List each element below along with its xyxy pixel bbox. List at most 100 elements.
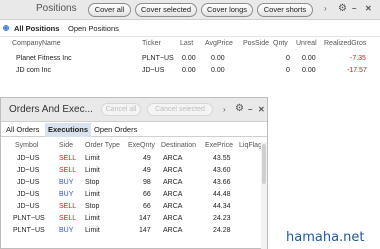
exeprice-cell: 43.55 <box>213 155 231 162</box>
ticker-cell: JD~US <box>142 67 165 74</box>
tab-all-orders[interactable]: All Orders <box>3 123 42 137</box>
col-ticker[interactable]: Ticker <box>142 40 161 47</box>
minimize-icon[interactable]: – <box>248 104 252 116</box>
cover-longs-button[interactable]: Cover longs <box>201 3 253 17</box>
table-row[interactable]: PLNT~US SELL Limit 147 ARCA 24.23 <box>1 215 267 226</box>
exeprice-cell: 43.66 <box>213 179 231 186</box>
col-posside[interactable]: PosSide <box>243 40 269 47</box>
orders-title: Orders And Exec... <box>9 104 93 115</box>
realized-cell: -17.57 <box>347 67 367 74</box>
exeqnty-cell: 147 <box>139 215 151 222</box>
minimize-icon[interactable]: – <box>352 3 356 15</box>
col-liqflag[interactable]: LiqFlag <box>239 142 262 149</box>
table-row[interactable]: JD~US SELL Limit 49 ARCA 43.55 <box>1 155 267 166</box>
table-row[interactable]: PLNT~US BUY Limit 147 ARCA 24.28 <box>1 227 267 238</box>
destination-cell: ARCA <box>163 191 183 198</box>
col-side[interactable]: Side <box>59 142 73 149</box>
destination-cell: ARCA <box>163 203 183 210</box>
realized-cell: -7.35 <box>350 55 366 62</box>
symbol-cell: PLNT~US <box>13 215 45 222</box>
watermark-text: hamaha.net <box>286 230 365 245</box>
exeprice-cell: 44.34 <box>213 203 231 210</box>
company-cell: JD com Inc <box>16 67 52 74</box>
chevron-right-icon[interactable]: › <box>324 3 327 15</box>
company-cell: Planet Fitness Inc <box>16 55 72 62</box>
symbol-cell: JD~US <box>17 203 40 210</box>
col-exeprice[interactable]: ExePrice <box>205 142 233 149</box>
positions-tabs: All Positions Open Positions <box>0 21 380 37</box>
destination-cell: ARCA <box>163 167 183 174</box>
gear-icon[interactable]: ⚙ <box>338 3 347 15</box>
exeprice-cell: 24.23 <box>213 215 231 222</box>
col-destination[interactable]: Destination <box>161 142 196 149</box>
destination-cell: ARCA <box>163 155 183 162</box>
qnty-cell: 0 <box>286 67 290 74</box>
symbol-cell: JD~US <box>17 179 40 186</box>
positions-title: Positions <box>36 3 77 14</box>
col-realized[interactable]: RealizedGros <box>324 40 366 47</box>
cancel-all-button[interactable]: Cancel all <box>101 103 141 116</box>
cancel-selected-button[interactable]: Cancel selected <box>147 103 213 116</box>
exeprice-cell: 43.60 <box>213 167 231 174</box>
destination-cell: ARCA <box>163 227 183 234</box>
exeqnty-cell: 98 <box>143 179 151 186</box>
side-cell: SELL <box>59 167 77 174</box>
orders-tabs: All Orders Executions Open Orders <box>1 123 267 137</box>
orders-panel: Orders And Exec... Cancel all Cancel sel… <box>0 97 268 249</box>
radio-icon[interactable] <box>3 25 9 31</box>
order-type-cell: Limit <box>85 167 100 174</box>
order-type-cell: Limit <box>85 155 100 162</box>
chevron-right-icon[interactable]: › <box>223 104 226 116</box>
exeqnty-cell: 66 <box>143 203 151 210</box>
order-type-cell: Limit <box>85 215 100 222</box>
last-cell: 0.00 <box>182 55 196 62</box>
table-row[interactable]: JD~US BUY Stop 98 ARCA 43.66 <box>1 179 267 190</box>
gear-icon[interactable]: ⚙ <box>235 103 244 115</box>
col-exeqnty[interactable]: ExeQnty <box>128 142 155 149</box>
tab-open-orders[interactable]: Open Orders <box>91 123 140 137</box>
table-row[interactable]: JD com Inc JD~US 0.00 0.00 0 0.00 -17.57 <box>0 67 380 78</box>
table-row[interactable]: JD~US SELL Stop 66 ARCA 44.34 <box>1 203 267 214</box>
col-unreal[interactable]: Unreal <box>296 40 317 47</box>
cover-shorts-button[interactable]: Cover shorts <box>257 3 313 17</box>
symbol-cell: JD~US <box>17 167 40 174</box>
order-type-cell: Limit <box>85 191 100 198</box>
orders-column-headers: Symbol Side Order Type ExeQnty Destinati… <box>1 142 267 152</box>
table-row[interactable]: JD~US SELL Limit 49 ARCA 43.60 <box>1 167 267 178</box>
tab-executions[interactable]: Executions <box>45 123 92 137</box>
col-last[interactable]: Last <box>180 40 193 47</box>
exeprice-cell: 44.48 <box>213 191 231 198</box>
col-avgprice[interactable]: AvgPrice <box>205 40 233 47</box>
exeqnty-cell: 66 <box>143 191 151 198</box>
side-cell: SELL <box>59 215 77 222</box>
side-cell: SELL <box>59 155 77 162</box>
side-cell: BUY <box>59 227 74 234</box>
unreal-cell: 0.00 <box>302 55 316 62</box>
close-icon[interactable]: ✕ <box>365 3 372 15</box>
positions-header: Positions Cover all Cover selected Cover… <box>0 0 380 20</box>
avgprice-cell: 0.00 <box>211 67 225 74</box>
side-cell: BUY <box>59 179 74 186</box>
symbol-cell: JD~US <box>17 155 40 162</box>
exeqnty-cell: 49 <box>143 155 151 162</box>
cover-selected-button[interactable]: Cover selected <box>135 3 197 17</box>
table-row[interactable]: JD~US BUY Limit 66 ARCA 44.48 <box>1 191 267 202</box>
exeprice-cell: 24.28 <box>213 227 231 234</box>
col-company[interactable]: CompanyName <box>12 40 61 47</box>
col-symbol[interactable]: Symbol <box>15 142 38 149</box>
tab-all-positions[interactable]: All Positions <box>14 24 59 33</box>
table-row[interactable]: Planet Fitness Inc PLNT~US 0.00 0.00 0 0… <box>0 55 380 66</box>
destination-cell: ARCA <box>163 179 183 186</box>
destination-cell: ARCA <box>163 215 183 222</box>
close-icon[interactable]: ✕ <box>258 104 265 116</box>
side-cell: SELL <box>59 203 77 210</box>
order-type-cell: Limit <box>85 227 100 234</box>
avgprice-cell: 0.00 <box>211 55 225 62</box>
exeqnty-cell: 49 <box>143 167 151 174</box>
cover-all-button[interactable]: Cover all <box>88 3 131 17</box>
tab-open-positions[interactable]: Open Positions <box>68 24 119 33</box>
col-qnty[interactable]: Qnty <box>273 40 288 47</box>
positions-column-headers: CompanyName Ticker Last AvgPrice PosSide… <box>0 40 380 52</box>
scrollbar-thumb[interactable] <box>262 144 266 184</box>
col-order-type[interactable]: Order Type <box>85 142 120 149</box>
